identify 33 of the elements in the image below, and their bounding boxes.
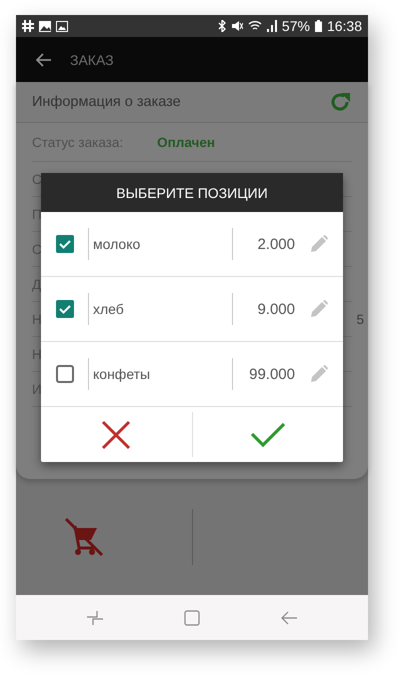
pencil-icon[interactable] [309,234,329,254]
checkbox[interactable] [56,300,74,318]
checkbox[interactable] [56,365,74,383]
image-icon [56,20,68,32]
item-quantity: 2.000 [256,236,295,252]
checkbox[interactable] [56,235,74,253]
item-quantity: 99.000 [248,366,295,382]
field-value: Оплачен [157,134,216,150]
item-name: конфеты [93,366,152,382]
battery-percent: 57% [282,18,310,34]
screen-title: ЗАКАЗ [70,52,114,68]
photo-icon [39,20,51,32]
checkmark-icon [250,422,286,448]
dialog-title: ВЫБЕРИТЕ ПОЗИЦИИ [41,173,343,212]
back-arrow-icon[interactable] [36,52,52,66]
item-name: молоко [93,236,142,252]
bluetooth-icon [218,20,226,32]
signal-icon [266,20,277,32]
item-quantity: 9.000 [256,300,295,318]
item-name: хлеб [93,301,125,317]
home-icon[interactable] [184,610,200,626]
battery-icon [314,20,322,32]
field-value: 5 [356,312,364,326]
wifi-icon [248,20,262,32]
notification-icon [22,20,34,32]
recent-apps-icon[interactable] [86,610,104,626]
mute-icon [230,20,243,32]
pencil-icon[interactable] [309,364,329,384]
section-title: Информация о заказе [32,94,181,110]
pencil-icon[interactable] [309,299,329,319]
clock: 16:38 [326,18,362,34]
close-icon [101,420,132,450]
back-icon[interactable] [280,610,298,626]
